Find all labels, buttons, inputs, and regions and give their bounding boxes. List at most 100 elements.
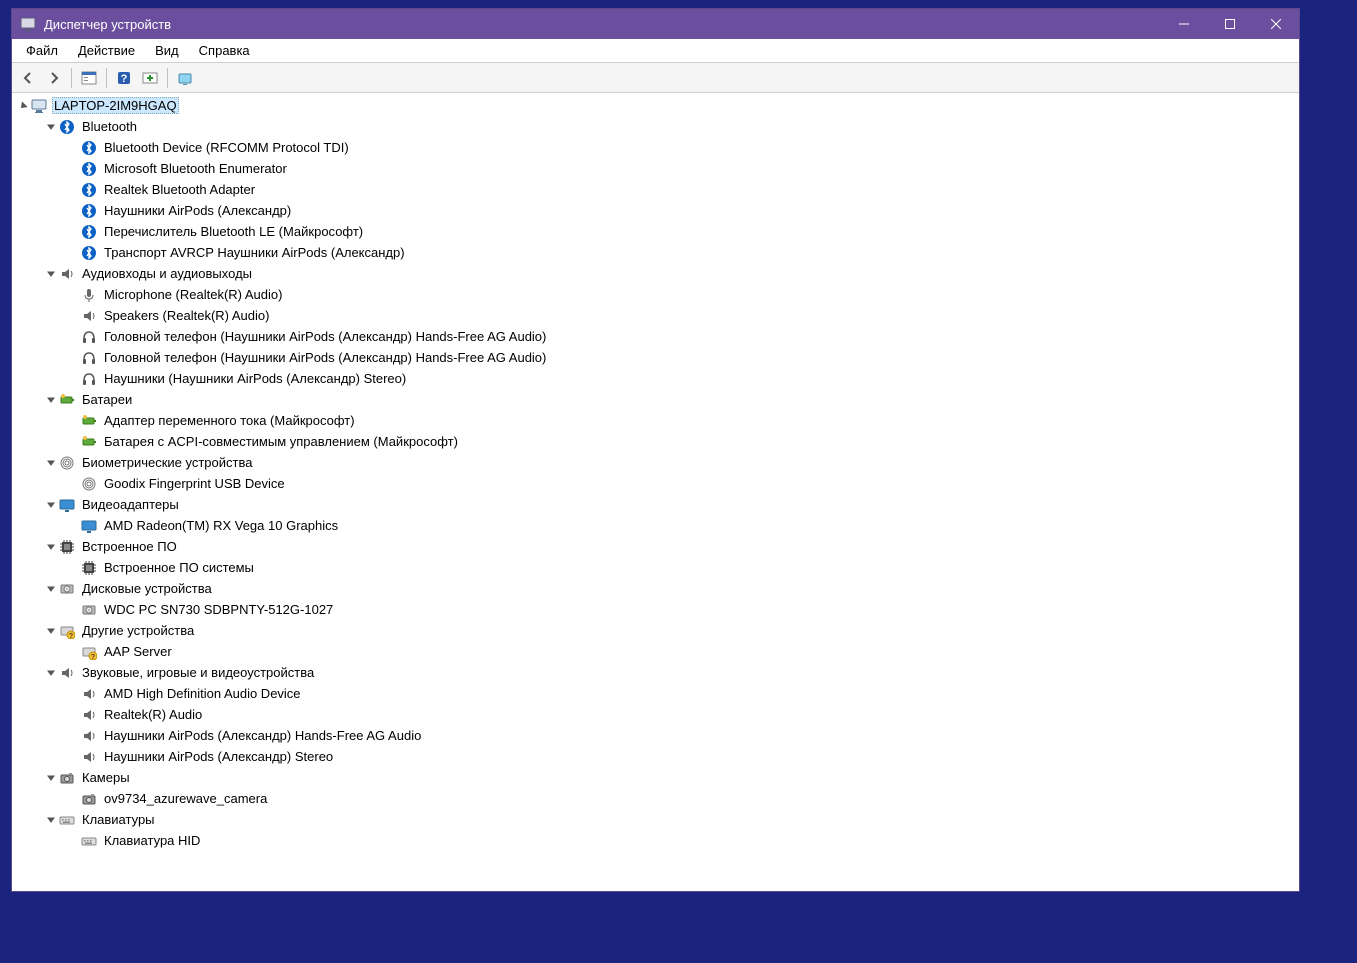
device-node[interactable]: Realtek Bluetooth Adapter bbox=[16, 179, 1299, 200]
category-node[interactable]: Bluetooth bbox=[16, 116, 1299, 137]
help-button[interactable]: ? bbox=[112, 66, 136, 90]
category-node[interactable]: Звуковые, игровые и видеоустройства bbox=[16, 662, 1299, 683]
chevron-down-icon[interactable] bbox=[44, 456, 58, 470]
device-node[interactable]: Клавиатура HID bbox=[16, 830, 1299, 851]
device-label: Microsoft Bluetooth Enumerator bbox=[102, 160, 289, 177]
device-node[interactable]: Goodix Fingerprint USB Device bbox=[16, 473, 1299, 494]
device-label: AAP Server bbox=[102, 643, 174, 660]
device-node[interactable]: Перечислитель Bluetooth LE (Майкрософт) bbox=[16, 221, 1299, 242]
category-label: Биометрические устройства bbox=[80, 454, 254, 471]
chevron-down-icon[interactable] bbox=[44, 771, 58, 785]
device-label: Microphone (Realtek(R) Audio) bbox=[102, 286, 284, 303]
device-node[interactable]: Головной телефон (Наушники AirPods (Алек… bbox=[16, 347, 1299, 368]
battery-icon bbox=[80, 413, 98, 429]
chip-icon bbox=[80, 560, 98, 576]
back-button[interactable] bbox=[16, 66, 40, 90]
device-label: Speakers (Realtek(R) Audio) bbox=[102, 307, 271, 324]
speaker-icon bbox=[58, 266, 76, 282]
category-label: Батареи bbox=[80, 391, 134, 408]
device-node[interactable]: Bluetooth Device (RFCOMM Protocol TDI) bbox=[16, 137, 1299, 158]
battery-icon bbox=[80, 434, 98, 450]
minimize-button[interactable] bbox=[1161, 9, 1207, 39]
properties-button[interactable] bbox=[173, 66, 197, 90]
category-node[interactable]: Встроенное ПО bbox=[16, 536, 1299, 557]
speaker-icon bbox=[80, 707, 98, 723]
bluetooth-icon bbox=[80, 203, 98, 219]
chevron-down-icon[interactable] bbox=[44, 666, 58, 680]
chevron-down-icon[interactable] bbox=[44, 393, 58, 407]
unknown-icon bbox=[80, 644, 98, 660]
menu-file[interactable]: Файл bbox=[16, 40, 68, 61]
scan-hardware-button[interactable] bbox=[138, 66, 162, 90]
display-icon bbox=[80, 518, 98, 534]
category-node[interactable]: Видеоадаптеры bbox=[16, 494, 1299, 515]
speaker-icon bbox=[80, 686, 98, 702]
device-label: Транспорт AVRCP Наушники AirPods (Алекса… bbox=[102, 244, 407, 261]
unknown-icon bbox=[58, 623, 76, 639]
category-node[interactable]: Дисковые устройства bbox=[16, 578, 1299, 599]
chevron-down-icon[interactable] bbox=[44, 813, 58, 827]
toolbar-separator bbox=[106, 68, 107, 88]
device-node[interactable]: ov9734_azurewave_camera bbox=[16, 788, 1299, 809]
category-node[interactable]: Аудиовходы и аудиовыходы bbox=[16, 263, 1299, 284]
menu-action[interactable]: Действие bbox=[68, 40, 145, 61]
menu-help[interactable]: Справка bbox=[189, 40, 260, 61]
tree-root[interactable]: LAPTOP-2IM9HGAQ bbox=[16, 95, 1299, 116]
chevron-down-icon[interactable] bbox=[44, 582, 58, 596]
category-node[interactable]: Батареи bbox=[16, 389, 1299, 410]
toolbar-separator bbox=[71, 68, 72, 88]
show-hide-tree-button[interactable] bbox=[77, 66, 101, 90]
chevron-down-icon[interactable] bbox=[44, 120, 58, 134]
chevron-down-icon[interactable] bbox=[44, 624, 58, 638]
close-button[interactable] bbox=[1253, 9, 1299, 39]
category-node[interactable]: Камеры bbox=[16, 767, 1299, 788]
device-node[interactable]: Транспорт AVRCP Наушники AirPods (Алекса… bbox=[16, 242, 1299, 263]
device-node[interactable]: Microsoft Bluetooth Enumerator bbox=[16, 158, 1299, 179]
device-label: Goodix Fingerprint USB Device bbox=[102, 475, 287, 492]
category-label: Bluetooth bbox=[80, 118, 139, 135]
device-node[interactable]: AAP Server bbox=[16, 641, 1299, 662]
device-node[interactable]: AMD High Definition Audio Device bbox=[16, 683, 1299, 704]
device-label: Наушники AirPods (Александр) bbox=[102, 202, 293, 219]
maximize-button[interactable] bbox=[1207, 9, 1253, 39]
device-node[interactable]: Головной телефон (Наушники AirPods (Алек… bbox=[16, 326, 1299, 347]
tree-view[interactable]: LAPTOP-2IM9HGAQ Bluetooth Bluetooth Devi… bbox=[12, 93, 1299, 891]
display-icon bbox=[58, 497, 76, 513]
bluetooth-icon bbox=[80, 140, 98, 156]
headset-icon bbox=[80, 329, 98, 345]
device-node[interactable]: Встроенное ПО системы bbox=[16, 557, 1299, 578]
device-node[interactable]: Батарея с ACPI-совместимым управлением (… bbox=[16, 431, 1299, 452]
camera-icon bbox=[58, 770, 76, 786]
menubar: Файл Действие Вид Справка bbox=[12, 39, 1299, 63]
device-node[interactable]: Realtek(R) Audio bbox=[16, 704, 1299, 725]
chevron-down-icon[interactable] bbox=[44, 540, 58, 554]
category-node[interactable]: Клавиатуры bbox=[16, 809, 1299, 830]
category-node[interactable]: Другие устройства bbox=[16, 620, 1299, 641]
forward-button[interactable] bbox=[42, 66, 66, 90]
device-node[interactable]: Speakers (Realtek(R) Audio) bbox=[16, 305, 1299, 326]
device-node[interactable]: Наушники AirPods (Александр) Stereo bbox=[16, 746, 1299, 767]
toolbar-separator bbox=[167, 68, 168, 88]
device-node[interactable]: Microphone (Realtek(R) Audio) bbox=[16, 284, 1299, 305]
device-label: Наушники AirPods (Александр) Stereo bbox=[102, 748, 335, 765]
chevron-down-icon[interactable] bbox=[44, 267, 58, 281]
window-title: Диспетчер устройств bbox=[44, 17, 1161, 32]
device-node[interactable]: WDC PC SN730 SDBPNTY-512G-1027 bbox=[16, 599, 1299, 620]
device-node[interactable]: AMD Radeon(TM) RX Vega 10 Graphics bbox=[16, 515, 1299, 536]
device-node[interactable]: Адаптер переменного тока (Майкрософт) bbox=[16, 410, 1299, 431]
device-node[interactable]: Наушники AirPods (Александр) Hands-Free … bbox=[16, 725, 1299, 746]
titlebar[interactable]: Диспетчер устройств bbox=[12, 9, 1299, 39]
menu-view[interactable]: Вид bbox=[145, 40, 189, 61]
app-icon bbox=[20, 16, 36, 32]
bluetooth-icon bbox=[80, 182, 98, 198]
category-node[interactable]: Биометрические устройства bbox=[16, 452, 1299, 473]
device-node[interactable]: Наушники (Наушники AirPods (Александр) S… bbox=[16, 368, 1299, 389]
device-label: Realtek Bluetooth Adapter bbox=[102, 181, 257, 198]
device-label: ov9734_azurewave_camera bbox=[102, 790, 269, 807]
device-node[interactable]: Наушники AirPods (Александр) bbox=[16, 200, 1299, 221]
chevron-down-icon[interactable] bbox=[16, 99, 30, 113]
device-label: Наушники (Наушники AirPods (Александр) S… bbox=[102, 370, 408, 387]
device-label: Встроенное ПО системы bbox=[102, 559, 256, 576]
chevron-down-icon[interactable] bbox=[44, 498, 58, 512]
speaker-icon bbox=[80, 728, 98, 744]
